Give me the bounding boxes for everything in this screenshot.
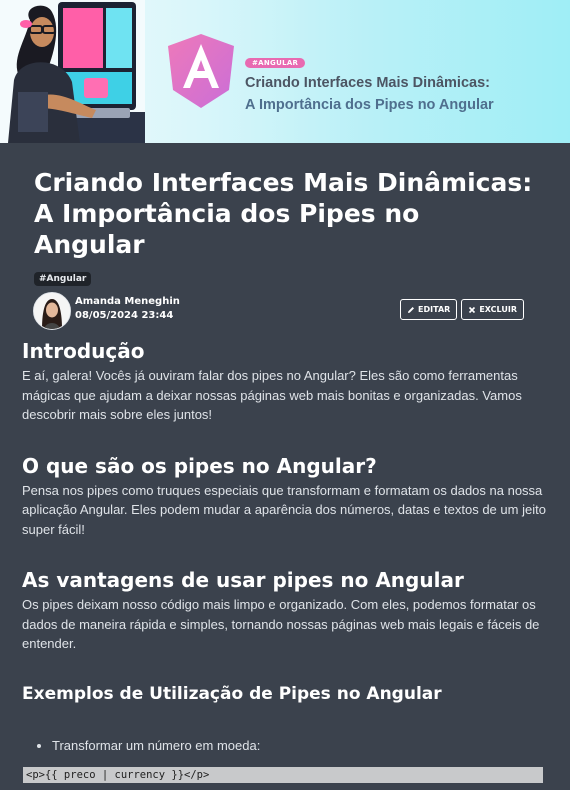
section-text: Os pipes deixam nosso código mais limpo … bbox=[22, 597, 540, 651]
delete-button[interactable]: EXCLUIR bbox=[461, 299, 524, 320]
developer-illustration-icon bbox=[0, 0, 145, 143]
post-title: Criando Interfaces Mais Dinâmicas: A Imp… bbox=[34, 168, 533, 259]
section-examples: Exemplos de Utilização de Pipes no Angul… bbox=[22, 682, 548, 783]
banner-title-line1: Criando Interfaces Mais Dinâmicas: bbox=[245, 75, 490, 91]
edit-button[interactable]: EDITAR bbox=[400, 299, 458, 320]
banner-title: Criando Interfaces Mais Dinâmicas: A Imp… bbox=[245, 72, 494, 116]
section-heading: Exemplos de Utilização de Pipes no Angul… bbox=[22, 683, 442, 704]
angular-logo-icon bbox=[168, 34, 234, 108]
post-tag-chip[interactable]: #Angular bbox=[34, 272, 92, 286]
section-heading: As vantagens de usar pipes no Angular bbox=[22, 568, 464, 592]
post-actions: EDITAR EXCLUIR bbox=[400, 299, 524, 320]
author-avatar[interactable] bbox=[33, 292, 71, 330]
post-content: Introdução E aí, galera! Vocês já ouvira… bbox=[0, 334, 570, 783]
pencil-icon bbox=[408, 306, 415, 313]
section-what-are-pipes: O que são os pipes no Angular? Pensa nos… bbox=[22, 453, 548, 540]
delete-button-label: EXCLUIR bbox=[479, 305, 517, 314]
post-header: Criando Interfaces Mais Dinâmicas: A Imp… bbox=[0, 143, 570, 334]
section-advantages: As vantagens de usar pipes no Angular Os… bbox=[22, 567, 548, 654]
edit-button-label: EDITAR bbox=[418, 305, 451, 314]
author-info: Amanda Meneghin 08/05/2024 23:44 bbox=[75, 295, 180, 323]
banner-title-line2: A Importância dos Pipes no Angular bbox=[245, 97, 494, 113]
post-meta: Amanda Meneghin 08/05/2024 23:44 EDITAR … bbox=[33, 292, 536, 334]
section-text: E aí, galera! Vocês já ouviram falar dos… bbox=[22, 368, 522, 422]
section-text: Pensa nos pipes como truques especiais q… bbox=[22, 482, 546, 537]
author-photo-icon bbox=[34, 293, 70, 329]
author-name[interactable]: Amanda Meneghin bbox=[75, 295, 180, 309]
examples-list: Transformar um número em moeda: bbox=[22, 736, 548, 755]
post-date: 08/05/2024 23:44 bbox=[75, 310, 174, 321]
code-block: <p>{{ preco | currency }}</p> bbox=[23, 766, 543, 783]
banner-tag: #ANGULAR bbox=[245, 58, 306, 68]
section-intro: Introdução E aí, galera! Vocês já ouvira… bbox=[22, 338, 548, 425]
section-heading: Introdução bbox=[22, 339, 145, 363]
x-icon bbox=[469, 306, 476, 313]
list-item: Transformar um número em moeda: bbox=[52, 736, 548, 755]
post-cover-banner: #ANGULAR Criando Interfaces Mais Dinâmic… bbox=[0, 0, 570, 143]
section-heading: O que são os pipes no Angular? bbox=[22, 453, 377, 478]
